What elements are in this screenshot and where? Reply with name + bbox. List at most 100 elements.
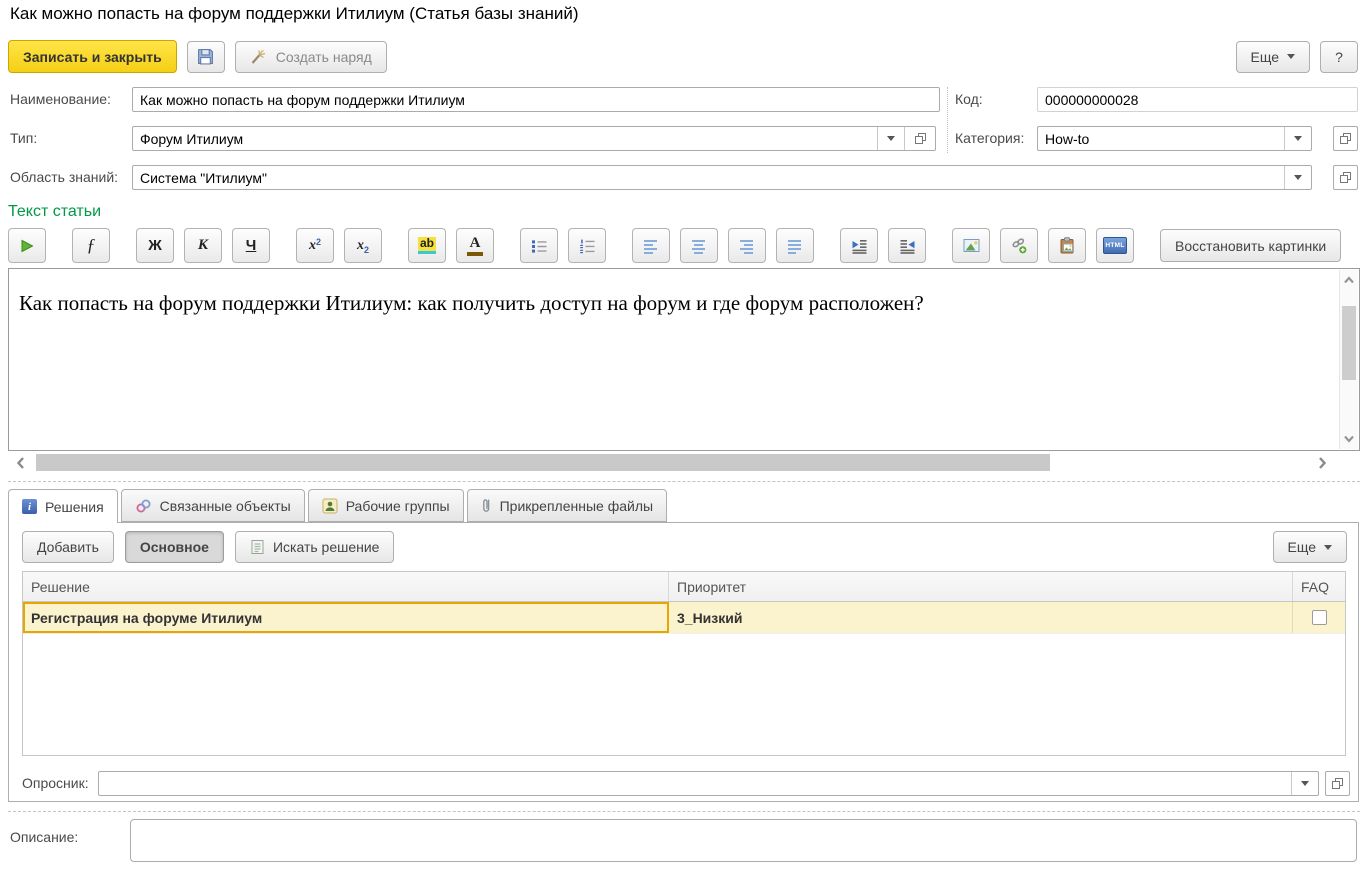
questionnaire-label: Опросник: — [22, 771, 89, 796]
knowledge-area-open-button[interactable] — [1333, 165, 1358, 190]
faq-checkbox[interactable] — [1312, 610, 1327, 625]
align-left-icon — [643, 238, 659, 254]
create-order-label: Создать наряд — [276, 49, 372, 65]
chevron-left-icon — [16, 456, 25, 470]
justify-button[interactable] — [776, 228, 814, 263]
help-button[interactable]: ? — [1320, 41, 1358, 73]
save-button[interactable] — [187, 41, 225, 73]
create-order-button[interactable]: Создать наряд — [235, 41, 387, 73]
chevron-down-icon — [1301, 781, 1309, 786]
indent-increase-button[interactable] — [840, 228, 878, 263]
play-icon — [20, 239, 34, 253]
chevron-down-icon — [1294, 136, 1302, 141]
align-left-button[interactable] — [632, 228, 670, 263]
font-color-button[interactable]: A — [456, 228, 494, 263]
name-label: Наименование: — [10, 87, 111, 112]
type-open-button[interactable] — [904, 127, 935, 150]
category-open-button[interactable] — [1333, 126, 1358, 151]
vertical-scrollbar-thumb[interactable] — [1342, 306, 1356, 380]
tab-workgroups[interactable]: Рабочие группы — [308, 489, 464, 522]
highlight-color-button[interactable]: ab — [408, 228, 446, 263]
category-label: Категория: — [955, 126, 1024, 151]
horizontal-scrollbar-thumb[interactable] — [36, 454, 1050, 471]
align-center-button[interactable] — [680, 228, 718, 263]
search-solution-label: Искать решение — [273, 539, 380, 555]
scroll-left-button[interactable] — [8, 453, 32, 472]
description-input[interactable] — [130, 819, 1357, 862]
category-combo[interactable]: How-to — [1037, 126, 1312, 151]
name-input[interactable] — [132, 87, 940, 112]
html-icon: HTML — [1103, 237, 1127, 254]
cell-priority[interactable]: 3_Низкий — [669, 602, 1293, 633]
knowledge-area-label: Область знаний: — [10, 165, 118, 190]
bullet-list-button[interactable] — [520, 228, 558, 263]
cell-faq[interactable] — [1293, 602, 1345, 633]
chevron-down-icon — [1343, 435, 1355, 443]
category-dropdown-button[interactable] — [1284, 127, 1311, 150]
chevron-down-icon — [887, 136, 895, 141]
function-button[interactable]: ƒ — [72, 228, 110, 263]
more-button-top[interactable]: Еще — [1236, 41, 1311, 73]
tab-label: Прикрепленные файлы — [500, 498, 653, 514]
bold-button[interactable]: Ж — [136, 228, 174, 263]
numbered-list-icon — [579, 238, 596, 254]
add-button[interactable]: Добавить — [22, 531, 114, 563]
solutions-panel: Добавить Основное Искать решение Еще Реш… — [8, 522, 1359, 802]
code-input[interactable] — [1037, 87, 1358, 112]
underline-button[interactable]: Ч — [232, 228, 270, 263]
save-close-button[interactable]: Записать и закрыть — [8, 40, 177, 73]
align-right-button[interactable] — [728, 228, 766, 263]
column-header-priority[interactable]: Приоритет — [669, 572, 1293, 601]
solutions-toolbar: Добавить Основное Искать решение Еще — [22, 531, 1347, 563]
tab-linked-objects[interactable]: Связанные объекты — [121, 489, 305, 522]
type-dropdown-button[interactable] — [877, 127, 904, 150]
knowledge-area-dropdown-button[interactable] — [1284, 166, 1311, 189]
preview-button[interactable] — [8, 228, 46, 263]
article-section-title: Текст статьи — [8, 203, 101, 221]
main-toggle-button[interactable]: Основное — [125, 531, 224, 563]
open-form-icon — [914, 132, 927, 145]
column-header-solution[interactable]: Решение — [23, 572, 669, 601]
tab-attached-files[interactable]: Прикрепленные файлы — [467, 489, 667, 522]
cell-solution[interactable]: Регистрация на форуме Итилиум — [23, 602, 669, 633]
html-mode-button[interactable]: HTML — [1096, 228, 1134, 263]
align-center-icon — [691, 238, 707, 254]
type-label: Тип: — [10, 126, 37, 151]
vertical-scrollbar[interactable] — [1339, 270, 1358, 449]
type-combo[interactable]: Форум Итилиум — [132, 126, 936, 151]
type-value: Форум Итилиум — [133, 131, 877, 147]
indent-increase-icon — [851, 238, 868, 254]
insert-link-button[interactable] — [1000, 228, 1038, 263]
scroll-up-button[interactable] — [1340, 270, 1358, 290]
superscript-button[interactable]: x2 — [296, 228, 334, 263]
italic-button[interactable]: К — [184, 228, 222, 263]
main-toolbar: Записать и закрыть Создать наряд Еще ? — [8, 40, 1358, 73]
separator-line — [8, 811, 1360, 812]
subscript-button[interactable]: x2 — [344, 228, 382, 263]
questionnaire-open-button[interactable] — [1325, 771, 1350, 796]
info-icon: i — [22, 499, 37, 514]
insert-image-button[interactable] — [952, 228, 990, 263]
indent-decrease-button[interactable] — [888, 228, 926, 263]
numbered-list-button[interactable] — [568, 228, 606, 263]
horizontal-scrollbar[interactable] — [8, 453, 1338, 472]
open-form-icon — [1339, 132, 1352, 145]
more-label: Еще — [1288, 539, 1317, 555]
scroll-down-button[interactable] — [1340, 429, 1358, 449]
questionnaire-dropdown-button[interactable] — [1291, 772, 1318, 795]
column-header-faq[interactable]: FAQ — [1293, 572, 1345, 601]
paste-image-button[interactable] — [1048, 228, 1086, 263]
article-text[interactable]: Как попасть на форум поддержки Итилиум: … — [19, 291, 1327, 316]
tab-solutions[interactable]: i Решения — [8, 489, 118, 523]
chevron-up-icon — [1343, 276, 1355, 284]
article-text-area[interactable]: Как попасть на форум поддержки Итилиум: … — [8, 268, 1360, 451]
more-button-solutions[interactable]: Еще — [1273, 531, 1348, 563]
solutions-table: Решение Приоритет FAQ Регистрация на фор… — [22, 571, 1346, 756]
table-row[interactable]: Регистрация на форуме Итилиум 3_Низкий — [23, 602, 1345, 634]
restore-pictures-button[interactable]: Восстановить картинки — [1160, 229, 1341, 262]
knowledge-area-combo[interactable]: Система "Итилиум" — [132, 165, 1312, 190]
questionnaire-combo[interactable] — [98, 771, 1319, 796]
search-solution-button[interactable]: Искать решение — [235, 531, 395, 563]
knowledge-article-window: { "window": { "title": "Как можно попаст… — [0, 0, 1368, 872]
scroll-right-button[interactable] — [1310, 453, 1334, 472]
